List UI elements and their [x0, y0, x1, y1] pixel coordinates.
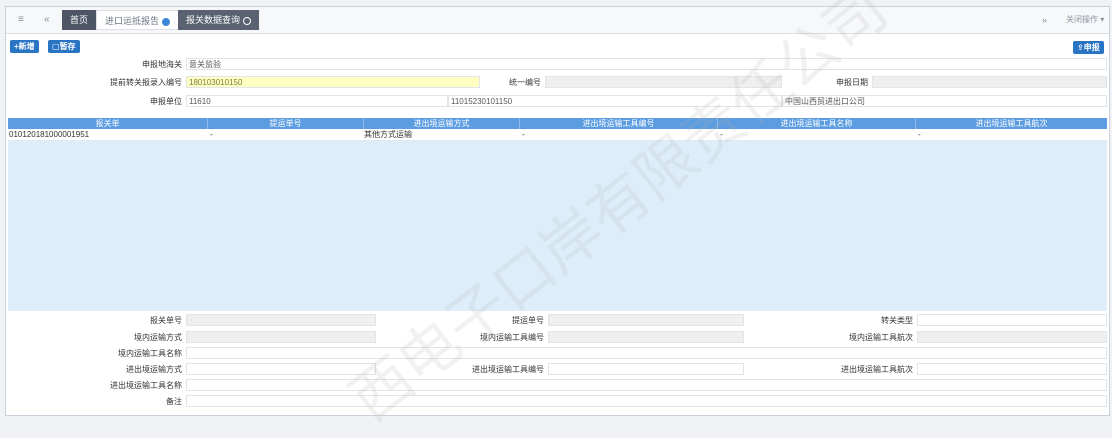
- declare-unit-code-field[interactable]: 11610: [186, 95, 448, 107]
- unified-no-label: 统一编号: [480, 76, 545, 88]
- tab-customs-query[interactable]: 报关数据查询: [178, 10, 260, 30]
- grid-header: 报关单 提运单号 进出境运输方式 进出境运输工具编号 进出境运输工具名称 进出境…: [8, 118, 1107, 129]
- declare-unit-code2-field[interactable]: 11015230101150: [448, 95, 782, 107]
- declare-button[interactable]: ⇪申报: [1073, 41, 1104, 54]
- bl-no-label: 提运单号: [376, 314, 548, 326]
- upload-icon: ⇪: [1077, 43, 1084, 52]
- domestic-tool-name-field[interactable]: [186, 347, 1107, 359]
- grid-header-tool-no[interactable]: 进出境运输工具编号: [520, 118, 718, 129]
- inout-voyage-field[interactable]: [917, 363, 1107, 375]
- tab-bar: ≡ « 首页 进口运抵报告 报关数据查询 » 关闭操作 ▾: [6, 7, 1109, 34]
- inout-tool-name-label: 进出境运输工具名称: [6, 379, 186, 391]
- save-icon: ▢: [52, 42, 60, 51]
- domestic-tool-name-label: 境内运输工具名称: [6, 347, 186, 359]
- inout-mode-label: 进出境运输方式: [6, 363, 186, 375]
- domestic-mode-label: 境内运输方式: [6, 331, 186, 343]
- close-tab-icon[interactable]: [162, 17, 171, 26]
- tab-home[interactable]: 首页: [62, 10, 97, 30]
- declare-button-label: 申报: [1083, 43, 1100, 52]
- close-tab-icon[interactable]: [243, 16, 252, 25]
- inout-tool-name-field[interactable]: [186, 379, 1107, 391]
- inout-voyage-label: 进出境运输工具航次: [744, 363, 917, 375]
- unified-no-field[interactable]: [545, 76, 782, 88]
- new-button[interactable]: +新增: [10, 40, 39, 53]
- table-row[interactable]: 010120181000001951 - 其他方式运输 - - -: [8, 129, 1107, 141]
- main-frame: ≡ « 首页 进口运抵报告 报关数据查询 » 关闭操作 ▾ +新增 ▢暂存 ⇪申…: [5, 0, 1110, 436]
- domestic-tool-no-field[interactable]: [548, 331, 744, 343]
- transfer-type-label: 转关类型: [744, 314, 917, 326]
- tab-import-report[interactable]: 进口运抵报告: [96, 10, 180, 30]
- decl-no-label: 报关单号: [6, 314, 186, 326]
- menu-icon[interactable]: ≡: [18, 14, 24, 25]
- declare-date-label: 申报日期: [782, 76, 872, 88]
- grid-header-tool-name[interactable]: 进出境运输工具名称: [718, 118, 916, 129]
- domestic-mode-field[interactable]: [186, 331, 376, 343]
- customs-label: 申报地海关: [6, 58, 186, 70]
- cell-decl-no: 010120181000001951: [9, 130, 90, 139]
- declare-unit-name-field[interactable]: 中国山西贸进出口公司: [782, 95, 1107, 107]
- cell-tool-name: -: [720, 130, 723, 139]
- tab-import-label: 进口运抵报告: [105, 16, 160, 26]
- cell-voyage: -: [918, 130, 921, 139]
- inout-tool-no-field[interactable]: [548, 363, 744, 375]
- tab-home-label: 首页: [70, 15, 89, 25]
- grid-body: 010120181000001951 - 其他方式运输 - - -: [8, 129, 1107, 311]
- cell-bl-no: -: [210, 130, 213, 139]
- domestic-voyage-field[interactable]: [917, 331, 1107, 343]
- new-button-label: +新增: [14, 42, 35, 51]
- customs-field[interactable]: 意关监验: [186, 58, 1107, 70]
- close-ops-label: 关闭操作: [1066, 15, 1098, 24]
- close-operations-dropdown[interactable]: 关闭操作 ▾: [1066, 14, 1104, 25]
- domestic-tool-no-label: 境内运输工具编号: [376, 331, 548, 343]
- bl-no-field[interactable]: [548, 314, 744, 326]
- transfer-no-field[interactable]: 180103010150: [186, 76, 480, 88]
- grid-header-decl[interactable]: 报关单: [8, 118, 208, 129]
- remark-field[interactable]: [186, 395, 1107, 407]
- declare-date-field[interactable]: [872, 76, 1107, 88]
- declare-unit-label: 申报单位: [6, 95, 186, 107]
- inout-tool-no-label: 进出境运输工具编号: [376, 363, 548, 375]
- cell-mode: 其他方式运输: [364, 130, 412, 139]
- double-right-icon[interactable]: »: [1042, 15, 1047, 25]
- save-button[interactable]: ▢暂存: [48, 40, 80, 53]
- remark-label: 备注: [6, 395, 186, 407]
- grid-header-bl[interactable]: 提运单号: [208, 118, 364, 129]
- domestic-voyage-label: 境内运输工具航次: [744, 331, 917, 343]
- inout-mode-field[interactable]: [186, 363, 376, 375]
- transfer-no-label: 提前转关报录入编号: [6, 76, 186, 88]
- save-button-label: 暂存: [59, 42, 76, 51]
- transfer-type-field[interactable]: [917, 314, 1107, 326]
- grid-header-mode[interactable]: 进出境运输方式: [364, 118, 520, 129]
- grid-header-voyage[interactable]: 进出境运输工具航次: [916, 118, 1107, 129]
- double-left-icon[interactable]: «: [44, 14, 50, 25]
- cell-tool-no: -: [522, 130, 525, 139]
- decl-no-field[interactable]: [186, 314, 376, 326]
- tab-query-label: 报关数据查询: [186, 15, 241, 25]
